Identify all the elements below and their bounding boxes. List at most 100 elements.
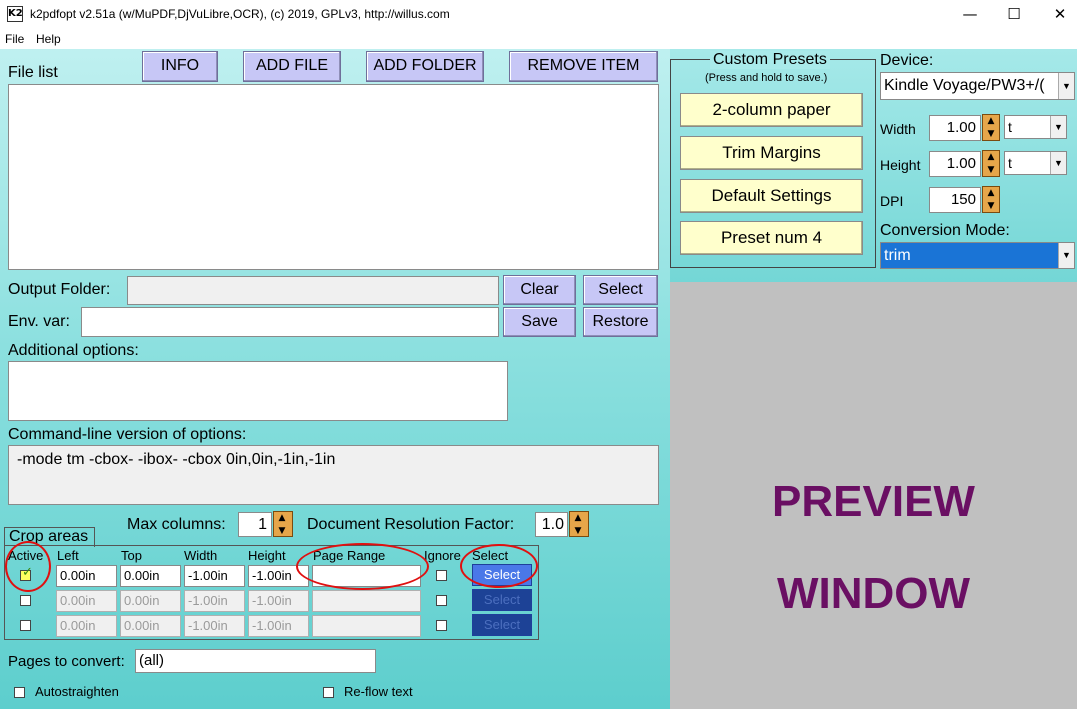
cmdline-field: -mode tm -cbox- -ibox- -cbox 0in,0in,-1i… [8,445,659,505]
crop-top-field[interactable]: 0.00in [120,590,181,612]
stepper-down-icon[interactable]: ▼ [570,525,586,538]
ignore-checkbox[interactable] [436,620,447,631]
stepper-up-icon[interactable]: ▲ [983,187,999,200]
remove-item-button[interactable]: REMOVE ITEM [509,51,658,82]
env-var-field[interactable] [81,307,499,337]
crop-select-button[interactable]: Select [472,589,532,611]
doc-res-stepper[interactable]: ▲ ▼ [569,511,589,537]
col-ignore: Ignore [424,548,461,563]
additional-options-label: Additional options: [8,342,139,359]
conversion-mode-dropdown[interactable]: trim ▼ [880,242,1075,269]
additional-options-field[interactable] [8,361,508,421]
height-unit-dropdown[interactable]: t ▼ [1004,151,1067,175]
save-button[interactable]: Save [503,307,576,337]
crop-page-range-field[interactable] [312,615,421,637]
device-label: Device: [880,52,934,69]
add-file-button[interactable]: ADD FILE [243,51,341,82]
crop-left-field[interactable]: 0.00in [56,590,117,612]
preview-line-2: WINDOW [776,569,971,618]
file-list-label: File list [8,64,58,81]
crop-width-field[interactable]: -1.00in [184,615,245,637]
crop-width-field[interactable]: -1.00in [184,590,245,612]
autostraighten-checkbox[interactable] [14,687,25,698]
conversion-mode-label: Conversion Mode: [880,222,1010,239]
menu-help[interactable]: Help [36,32,61,46]
chevron-down-icon[interactable]: ▼ [1058,243,1074,268]
select-output-button[interactable]: Select [583,275,658,305]
width-label: Width [880,121,916,137]
device-value: Kindle Voyage/PW3+/( [884,77,1045,94]
active-checkbox[interactable] [20,595,31,606]
minimize-icon[interactable]: — [947,0,993,28]
stepper-up-icon[interactable]: ▲ [983,151,999,164]
menu-bar: File Help [0,30,1077,49]
menu-file[interactable]: File [5,32,24,46]
stepper-down-icon[interactable]: ▼ [983,128,999,141]
max-columns-field[interactable]: 1 [238,512,272,537]
clear-button[interactable]: Clear [503,275,576,305]
crop-top-field[interactable]: 0.00in [120,615,181,637]
max-columns-stepper[interactable]: ▲ ▼ [273,511,293,537]
crop-top-field[interactable]: 0.00in [120,565,181,587]
chevron-down-icon[interactable]: ▼ [1050,152,1066,174]
height-stepper[interactable]: ▲ ▼ [982,150,1000,177]
crop-left-field[interactable]: 0.00in [56,615,117,637]
preview-line-1: PREVIEW [772,477,975,526]
col-height: Height [248,548,286,563]
app-icon: K2 [7,6,23,22]
conversion-mode-value: trim [884,247,911,264]
pages-field[interactable]: (all) [135,649,376,673]
preset-button-4[interactable]: Preset num 4 [680,221,863,255]
custom-presets-title: Custom Presets [710,51,830,69]
file-list-box[interactable] [8,84,659,270]
doc-res-field[interactable]: 1.0 [535,512,568,537]
annotation-oval-active [5,541,51,592]
dpi-stepper[interactable]: ▲ ▼ [982,186,1000,213]
crop-height-field[interactable]: -1.00in [248,615,309,637]
width-unit-dropdown[interactable]: t ▼ [1004,115,1067,139]
window-title: k2pdfopt v2.51a (w/MuPDF,DjVuLibre,OCR),… [30,7,450,21]
col-top: Top [121,548,142,563]
reflow-label: Re-flow text [344,684,413,699]
custom-presets-subtitle: (Press and hold to save.) [705,72,828,84]
restore-button[interactable]: Restore [583,307,658,337]
active-checkbox[interactable] [20,620,31,631]
stepper-down-icon[interactable]: ▼ [274,525,290,538]
crop-page-range-field[interactable] [312,590,421,612]
chevron-down-icon[interactable]: ▼ [1050,116,1066,138]
crop-width-field[interactable]: -1.00in [184,565,245,587]
info-button[interactable]: INFO [142,51,218,82]
chevron-down-icon[interactable]: ▼ [1058,73,1074,99]
stepper-down-icon[interactable]: ▼ [983,200,999,213]
maximize-icon[interactable]: ☐ [991,0,1037,28]
crop-height-field[interactable]: -1.00in [248,590,309,612]
ignore-checkbox[interactable] [436,595,447,606]
preset-button-1[interactable]: 2-column paper [680,93,863,127]
doc-res-label: Document Resolution Factor: [307,516,515,533]
reflow-checkbox[interactable] [323,687,334,698]
pages-label: Pages to convert: [8,653,125,670]
width-field[interactable]: 1.00 [929,115,981,141]
output-folder-field[interactable] [127,276,499,305]
preset-button-3[interactable]: Default Settings [680,179,863,213]
height-field[interactable]: 1.00 [929,151,981,177]
dpi-field[interactable]: 150 [929,187,981,213]
close-icon[interactable]: ✕ [1037,0,1077,28]
annotation-oval-select [460,544,538,588]
col-width: Width [184,548,218,563]
env-var-label: Env. var: [8,313,70,330]
add-folder-button[interactable]: ADD FOLDER [366,51,484,82]
cmdline-label: Command-line version of options: [8,426,247,443]
width-unit-value: t [1008,119,1012,135]
stepper-up-icon[interactable]: ▲ [274,512,290,525]
output-folder-label: Output Folder: [8,281,111,298]
width-stepper[interactable]: ▲ ▼ [982,114,1000,141]
device-dropdown[interactable]: Kindle Voyage/PW3+/( ▼ [880,72,1075,100]
stepper-up-icon[interactable]: ▲ [570,512,586,525]
crop-select-button[interactable]: Select [472,614,532,636]
preset-button-2[interactable]: Trim Margins [680,136,863,170]
stepper-down-icon[interactable]: ▼ [983,164,999,177]
stepper-up-icon[interactable]: ▲ [983,115,999,128]
crop-left-field[interactable]: 0.00in [56,565,117,587]
ignore-checkbox[interactable] [436,570,447,581]
